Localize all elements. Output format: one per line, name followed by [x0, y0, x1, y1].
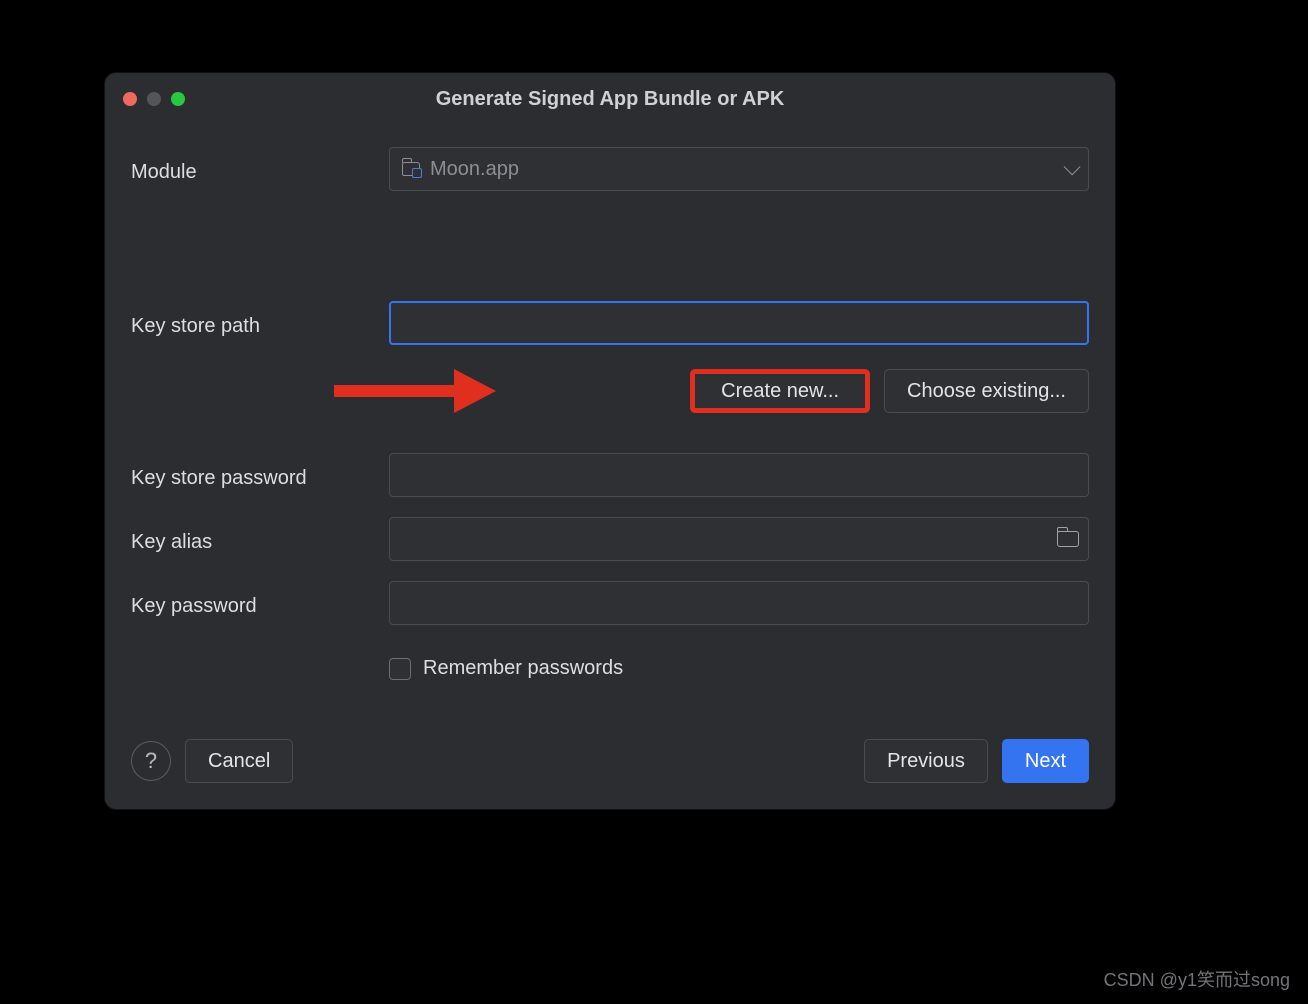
annotation-arrow [334, 369, 496, 413]
key-store-path-input[interactable] [389, 301, 1089, 345]
dialog-title: Generate Signed App Bundle or APK [105, 88, 1115, 111]
titlebar: Generate Signed App Bundle or APK [105, 73, 1115, 125]
key-store-path-label: Key store path [131, 309, 389, 338]
remember-passwords-row: Remember passwords [389, 657, 1089, 680]
key-alias-label: Key alias [131, 525, 389, 554]
minimize-icon[interactable] [147, 92, 161, 106]
key-password-label: Key password [131, 589, 389, 618]
close-icon[interactable] [123, 92, 137, 106]
dialog-content: Module Moon.app Key store path Create ne… [105, 125, 1115, 680]
window-controls [123, 92, 185, 106]
maximize-icon[interactable] [171, 92, 185, 106]
folder-icon[interactable] [1057, 531, 1079, 547]
key-alias-row: Key alias [131, 517, 1089, 561]
next-button[interactable]: Next [1002, 739, 1089, 783]
cancel-button[interactable]: Cancel [185, 739, 293, 783]
module-row: Module Moon.app [131, 147, 1089, 191]
module-selected-value: Moon.app [430, 158, 519, 181]
module-select[interactable]: Moon.app [389, 147, 1089, 191]
module-folder-icon [402, 162, 420, 176]
key-store-password-input[interactable] [389, 453, 1089, 497]
watermark-text: CSDN @y1笑而过song [1104, 966, 1290, 992]
key-store-password-label: Key store password [131, 461, 389, 490]
keystore-buttons-row: Create new... Choose existing... [131, 369, 1089, 413]
module-label: Module [131, 155, 389, 184]
previous-button[interactable]: Previous [864, 739, 988, 783]
create-new-button[interactable]: Create new... [690, 369, 870, 413]
signed-apk-dialog: Generate Signed App Bundle or APK Module… [104, 72, 1116, 810]
remember-passwords-label: Remember passwords [423, 657, 623, 680]
key-store-path-row: Key store path [131, 301, 1089, 345]
key-password-input[interactable] [389, 581, 1089, 625]
chevron-down-icon [1064, 158, 1081, 175]
key-alias-input[interactable] [389, 517, 1089, 561]
key-store-password-row: Key store password [131, 453, 1089, 497]
key-password-row: Key password [131, 581, 1089, 625]
choose-existing-button[interactable]: Choose existing... [884, 369, 1089, 413]
help-button[interactable]: ? [131, 741, 171, 781]
dialog-footer: ? Cancel Previous Next [131, 739, 1089, 783]
remember-passwords-checkbox[interactable] [389, 658, 411, 680]
